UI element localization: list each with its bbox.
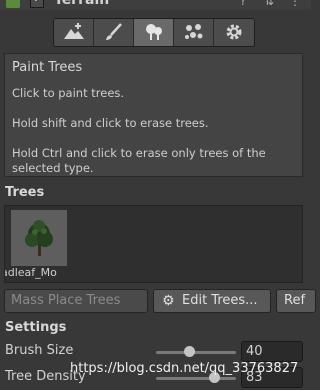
- help-line-4: selected type.: [12, 161, 94, 175]
- tree-prototype-thumbnail[interactable]: [11, 210, 67, 266]
- help-title: Paint Trees: [12, 60, 83, 75]
- mass-place-trees-button[interactable]: Mass Place Trees: [4, 289, 148, 313]
- tree-prototype-list: adleaf_Mo: [4, 205, 303, 283]
- settings-section-title: Settings: [5, 320, 67, 335]
- tree-density-slider-track[interactable]: [156, 377, 236, 380]
- watermark-text: https://blog.csdn.net/qq_33763827: [70, 361, 299, 376]
- help-icon[interactable]: ?: [236, 0, 250, 8]
- tool-paint-details[interactable]: [174, 19, 214, 46]
- terrain-tool-toolbar: [53, 18, 255, 47]
- mountain-icon: [64, 23, 84, 39]
- tool-terrain-settings[interactable]: [214, 19, 254, 46]
- tree-preview-icon: [25, 220, 53, 256]
- component-enabled-checkbox[interactable]: [30, 0, 44, 8]
- refresh-button[interactable]: Ref: [276, 289, 316, 313]
- tool-raise-lower-terrain[interactable]: [54, 19, 94, 46]
- brush-size-label: Brush Size: [5, 343, 74, 358]
- edit-trees-label: Edit Trees...: [182, 293, 258, 308]
- trees-section-title: Trees: [5, 185, 45, 200]
- component-title: Terrain: [54, 0, 110, 8]
- preset-icon[interactable]: ⇅: [262, 0, 276, 8]
- help-line-2: Hold shift and click to erase trees.: [12, 116, 209, 130]
- more-options-icon[interactable]: ⋮: [288, 0, 302, 8]
- help-line-3: Hold Ctrl and click to erase only trees …: [12, 146, 266, 160]
- tool-paint-trees[interactable]: [134, 19, 174, 46]
- inspector-header: Terrain ? ⇅ ⋮: [0, 0, 311, 10]
- gear-icon: ⚙: [162, 293, 175, 309]
- tool-paint-texture[interactable]: [94, 19, 134, 46]
- brush-size-slider-thumb[interactable]: [184, 346, 195, 357]
- brush-size-field[interactable]: 40: [241, 341, 303, 362]
- trees-icon: [146, 24, 162, 40]
- paint-trees-help-box: Paint Trees Click to paint trees. Hold s…: [4, 53, 303, 177]
- edit-trees-button[interactable]: ⚙ Edit Trees...: [153, 289, 271, 313]
- terrain-component-icon: [6, 0, 20, 8]
- help-line-1: Click to paint trees.: [12, 86, 125, 100]
- tree-prototype-label: adleaf_Mo: [4, 266, 57, 279]
- gear-icon: [226, 24, 242, 40]
- flowers-icon: [185, 24, 203, 39]
- paintbrush-icon: [106, 23, 122, 40]
- brush-size-slider-track[interactable]: [156, 351, 236, 354]
